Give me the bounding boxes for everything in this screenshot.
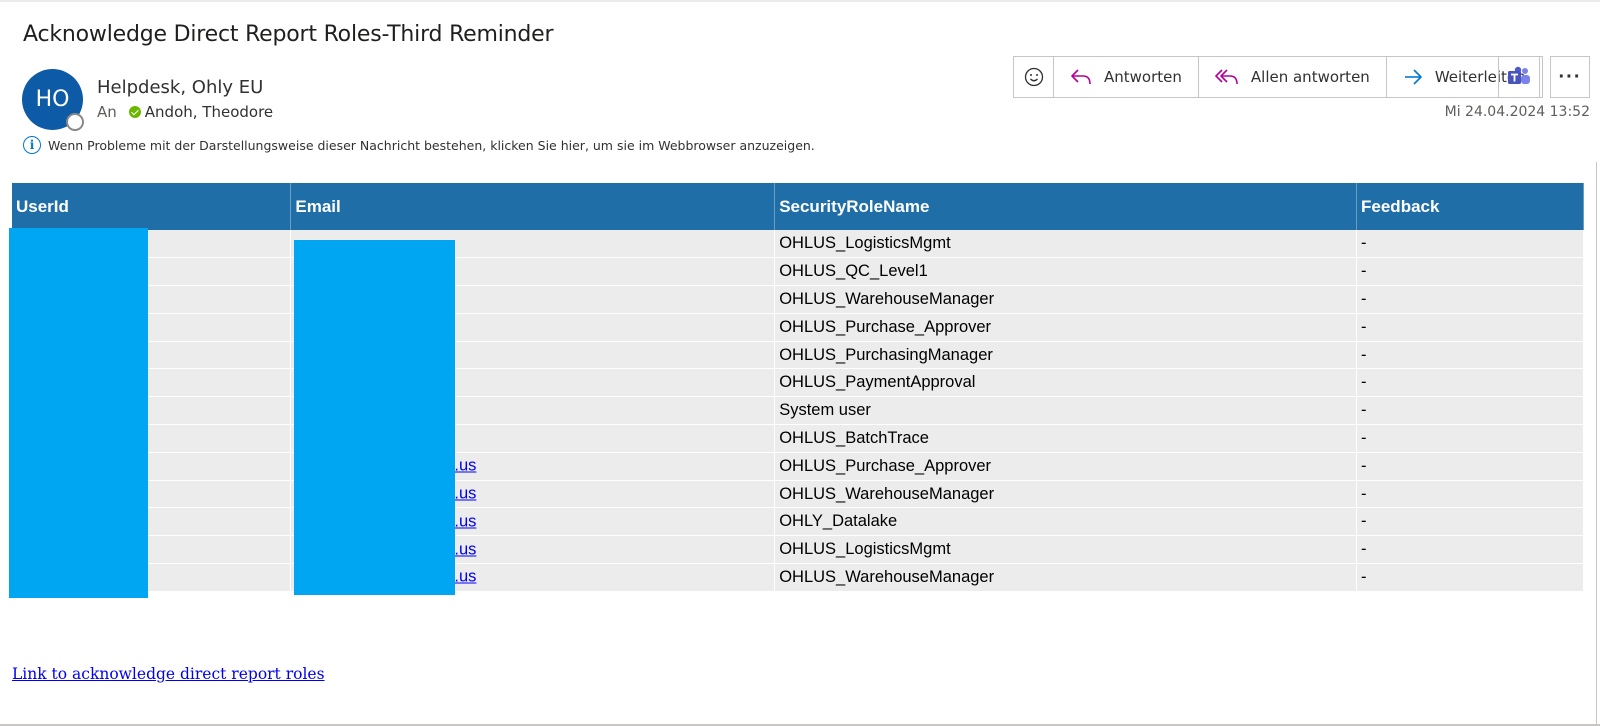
message-actions: Antworten Allen antworten Weiterleiten (1013, 56, 1543, 98)
email-subject: Acknowledge Direct Report Roles-Third Re… (23, 22, 554, 47)
feedback-cell: - (1356, 257, 1584, 287)
feedback-cell: - (1356, 341, 1584, 370)
reply-all-label: Allen antworten (1250, 68, 1370, 86)
display-issue-text[interactable]: Wenn Probleme mit der Darstellungsweise … (48, 138, 815, 153)
role-cell: OHLY_Datalake (774, 507, 1358, 537)
display-issue-notice[interactable]: i Wenn Probleme mit der Darstellungsweis… (23, 136, 815, 154)
email-link[interactable]: .us (454, 457, 476, 476)
table-row: .us OHLY_Datalake - (12, 507, 1584, 537)
reply-all-button[interactable]: Allen antworten (1199, 57, 1387, 97)
role-cell: OHLUS_QC_Level1 (774, 257, 1358, 287)
to-label: An (97, 103, 117, 121)
feedback-cell: - (1356, 452, 1584, 481)
role-cell: OHLUS_WarehouseManager (774, 285, 1358, 314)
table-row: OHLUS_BatchTrace - (12, 424, 1584, 453)
acknowledge-roles-link[interactable]: Link to acknowledge direct report roles (12, 665, 325, 683)
reply-button[interactable]: Antworten (1054, 57, 1199, 97)
scrollbar-edge[interactable] (1596, 162, 1600, 726)
recipient-name[interactable]: Andoh, Theodore (145, 103, 273, 121)
info-icon: i (23, 136, 41, 154)
smiley-icon (1024, 67, 1043, 87)
sender-name[interactable]: Helpdesk, Ohly EU (97, 77, 263, 98)
table-row: .us OHLUS_WarehouseManager - (12, 563, 1584, 592)
feedback-cell: - (1356, 535, 1584, 565)
feedback-cell: - (1356, 285, 1584, 314)
table-row: OHLUS_QC_Level1- (12, 257, 1584, 287)
feedback-cell: - (1356, 424, 1584, 453)
feedback-cell: - (1356, 480, 1584, 509)
role-cell: System user (774, 396, 1358, 426)
email-redaction (294, 240, 455, 595)
role-cell: OHLUS_PaymentApproval (774, 368, 1358, 398)
available-status-icon (128, 106, 141, 118)
email-link[interactable]: .us (454, 540, 476, 559)
table-row: OHLUS_LogisticsMgmt - (12, 230, 1584, 259)
feedback-cell: - (1356, 396, 1584, 426)
table-row: OHLUS_WarehouseManager - (12, 285, 1584, 314)
table-row: .us OHLUS_LogisticsMgmt - (12, 535, 1584, 565)
userid-redaction (9, 228, 148, 598)
role-cell: OHLUS_Purchase_Approver (774, 313, 1358, 342)
reply-icon (1071, 69, 1091, 85)
feedback-cell: - (1356, 507, 1584, 537)
table-row: OHLUS_PaymentApproval - (12, 368, 1584, 398)
role-cell: OHLUS_PurchasingManager (774, 341, 1358, 370)
feedback-cell: - (1356, 368, 1584, 398)
more-options-button[interactable]: ··· (1550, 56, 1590, 98)
reply-label: Antworten (1104, 68, 1182, 86)
header-security-role: SecurityRoleName (774, 183, 1358, 230)
table-row: .us OHLUS_WarehouseManager - (12, 480, 1584, 509)
table-row: OHLUS_Purchase_Approver - (12, 313, 1584, 342)
email-link[interactable]: .us (454, 485, 476, 504)
role-cell: OHLUS_LogisticsMgmt (774, 230, 1358, 259)
email-link[interactable]: .us (454, 568, 476, 587)
sent-date: Mi 24.04.2024 13:52 (1444, 104, 1590, 120)
avatar-initials: HO (35, 87, 70, 112)
reaction-button[interactable] (1014, 57, 1054, 97)
presence-status-icon (66, 113, 84, 131)
role-cell: OHLUS_LogisticsMgmt (774, 535, 1358, 565)
roles-table: UserId Email SecurityRoleName Feedback O… (12, 183, 1584, 592)
header-email: Email (290, 183, 776, 230)
table-row: OHLUS_PurchasingManager - (12, 341, 1584, 370)
teams-icon (1508, 66, 1530, 84)
role-cell: OHLUS_WarehouseManager (774, 480, 1358, 509)
table-row: .us OHLUS_Purchase_Approver - (12, 452, 1584, 481)
role-cell: OHLUS_WarehouseManager (774, 563, 1358, 592)
header-userid: UserId (12, 183, 292, 230)
email-link[interactable]: .us (454, 512, 476, 531)
header-feedback: Feedback (1356, 183, 1584, 230)
role-cell: OHLUS_Purchase_Approver (774, 452, 1358, 481)
feedback-cell: - (1356, 563, 1584, 592)
top-divider (0, 0, 1600, 2)
reply-all-icon (1215, 69, 1238, 85)
recipient-row: An Andoh, Theodore (97, 103, 273, 121)
feedback-cell: - (1356, 230, 1584, 259)
role-cell: OHLUS_BatchTrace (774, 424, 1358, 453)
feedback-cell: - (1356, 313, 1584, 342)
forward-icon (1404, 69, 1422, 85)
table-row: System user - (12, 396, 1584, 426)
table-header-row: UserId Email SecurityRoleName Feedback (12, 183, 1584, 230)
teams-button[interactable] (1498, 56, 1540, 98)
